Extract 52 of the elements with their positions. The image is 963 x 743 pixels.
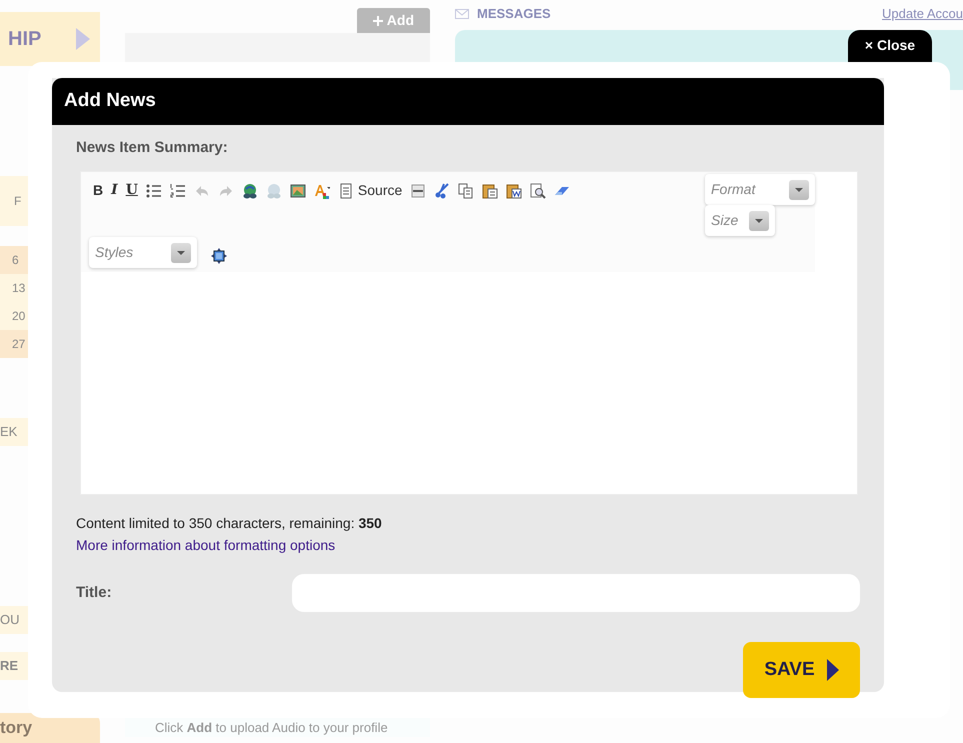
dropdown[interactable]: Styles (89, 237, 197, 268)
editor-area[interactable]: B I U Source Styles Format Size (80, 171, 858, 495)
caret-icon (177, 250, 185, 254)
bulleted-list-icon (146, 182, 162, 198)
plus-icon (373, 16, 384, 26)
calendar-day[interactable]: 6 (0, 246, 28, 274)
calendar-day-header: F (0, 176, 28, 226)
calendar-day[interactable]: 27 (0, 330, 28, 358)
italic-button[interactable]: I (107, 178, 122, 203)
side-label: RE (0, 652, 28, 680)
paste-word-icon (506, 182, 522, 198)
unlink-icon (266, 182, 282, 198)
link-icon (242, 182, 258, 198)
document-icon (338, 182, 354, 198)
field-label: News Item Summary: (76, 138, 229, 158)
side-tab[interactable]: HIP (0, 12, 100, 66)
underline-button[interactable]: U (122, 178, 142, 203)
calendar-day[interactable]: 20 (0, 302, 28, 330)
messages-link[interactable]: MESSAGES (477, 4, 551, 24)
side-label: OU (0, 606, 28, 634)
bold-button[interactable]: B (89, 178, 108, 203)
save-button[interactable]: SAVE (743, 642, 860, 698)
caret-icon (755, 218, 763, 222)
document-button[interactable]: Source (334, 178, 406, 203)
image-icon (290, 182, 306, 198)
copy-icon (458, 182, 474, 198)
caret-icon (795, 188, 803, 192)
close-button[interactable]: × Close (848, 30, 932, 64)
find-icon (530, 182, 546, 198)
dropdown-label: Styles (95, 243, 134, 262)
dialog-title: Add News (52, 78, 884, 124)
text-color-icon (314, 182, 330, 198)
scissors-icon (434, 182, 450, 198)
calendar-day[interactable]: 13 (0, 274, 28, 302)
help-link[interactable]: More information about formatting options (76, 537, 336, 553)
paste-icon (482, 182, 498, 198)
account-link[interactable]: Update Accou (882, 4, 963, 24)
numbered-list-icon (170, 182, 186, 198)
dropdown[interactable]: Format (705, 174, 815, 205)
envelope-icon (455, 8, 469, 19)
side-tab-label: HIP (8, 27, 42, 52)
field-label: Title: (76, 582, 113, 603)
audio-hint: Click Add to upload Audio to your profile (125, 718, 430, 737)
dropdown-label: Format (711, 180, 756, 199)
arrow-icon (76, 28, 90, 50)
side-label: EK (0, 418, 28, 446)
character-limit-note: Content limited to 350 characters, remaining: 350 (76, 514, 383, 533)
add-button[interactable]: Add (357, 8, 430, 33)
arrow-icon (826, 659, 839, 681)
dropdown[interactable]: Size (705, 205, 775, 236)
dropdown-label: Size (711, 211, 738, 230)
maximize-icon (211, 248, 227, 264)
